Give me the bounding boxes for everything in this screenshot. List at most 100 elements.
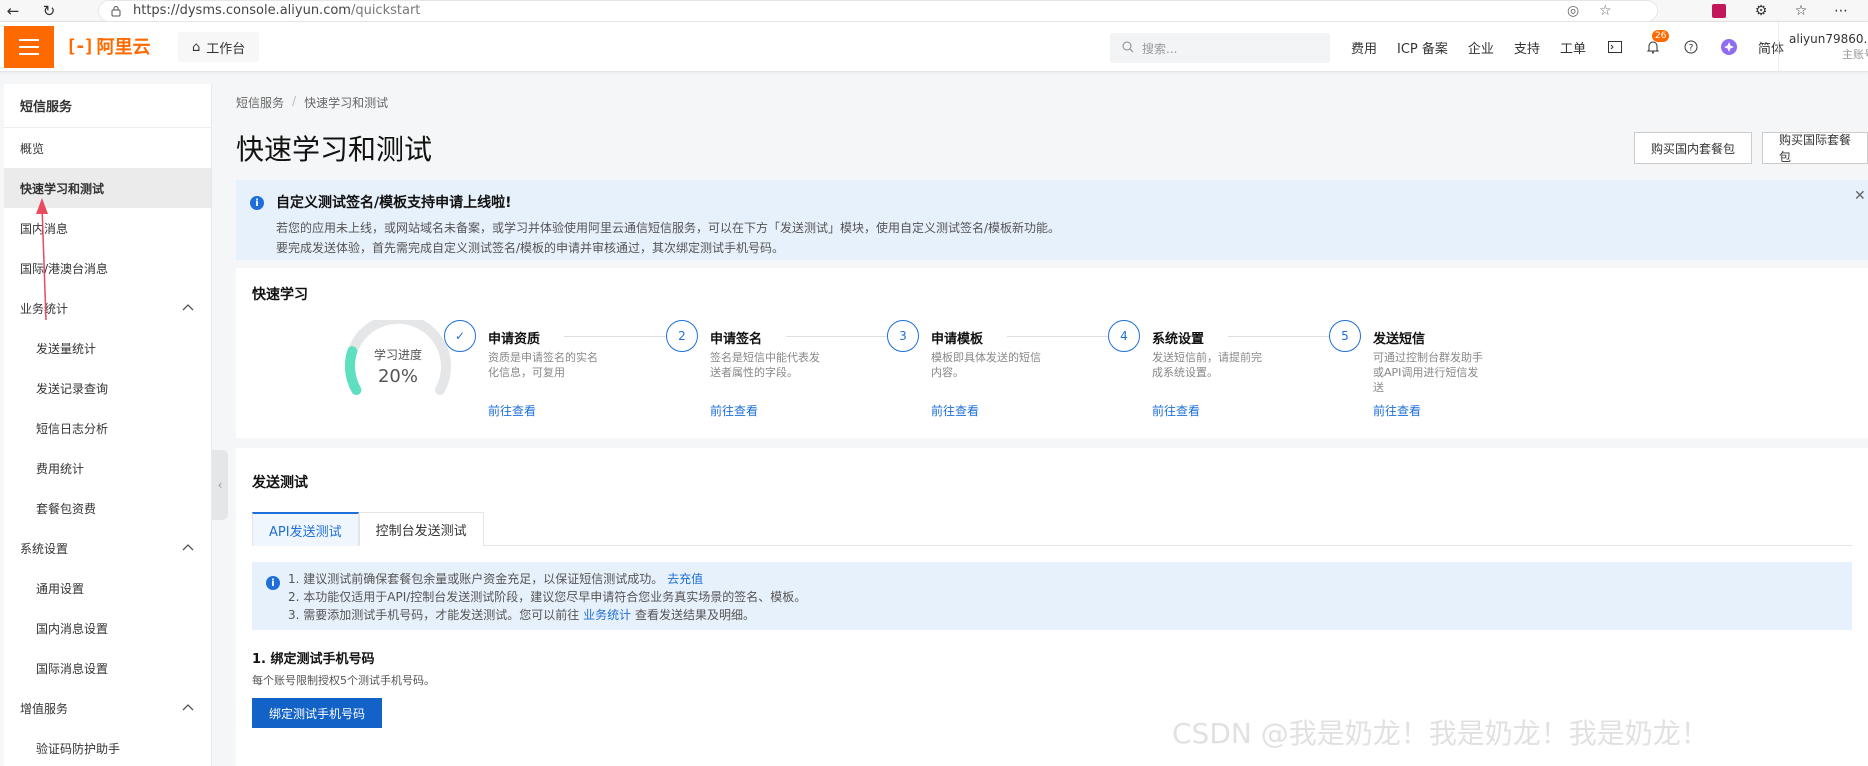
- step-view-link[interactable]: 前往查看: [710, 402, 758, 419]
- nav-link-enterprise[interactable]: 企业: [1468, 38, 1494, 57]
- reload-icon[interactable]: ↻: [36, 0, 62, 22]
- chevron-up-icon[interactable]: [181, 701, 195, 715]
- announcement-banner: i 自定义测试签名/模板支持申请上线啦! 若您的应用未上线，或网站域名未备案，或…: [236, 180, 1868, 260]
- address-bar[interactable]: https://dysms.console.aliyun.com/quickst…: [98, 0, 1658, 22]
- sidebar-item[interactable]: 概览: [4, 128, 211, 168]
- step-title: 申请资质: [488, 332, 541, 347]
- sidebar-item[interactable]: 增值服务: [4, 688, 211, 728]
- tip-text: 3. 需要添加测试手机号码，才能发送测试。您可以前往: [288, 608, 580, 622]
- lock-icon: [109, 4, 123, 18]
- sidebar-item[interactable]: 国内消息设置: [4, 608, 211, 648]
- search-icon: [1122, 41, 1134, 56]
- recharge-link[interactable]: 去充值: [667, 572, 703, 586]
- breadcrumb: 短信服务 / 快速学习和测试: [236, 94, 388, 111]
- nav-link-billing[interactable]: 费用: [1351, 38, 1377, 57]
- workbench-label: 工作台: [206, 41, 246, 57]
- announcement-line: 若您的应用未上线，或网站域名未备案，或学习并体验使用阿里云通信短信服务，可以在下…: [276, 221, 1061, 235]
- chevron-up-icon[interactable]: [181, 541, 195, 555]
- tip-text: 1. 建议测试前确保套餐包余量或账户资金充足，以保证短信测试成功。: [288, 572, 664, 586]
- user-account[interactable]: aliyun79860... 主账号: [1778, 22, 1868, 72]
- sidebar-item[interactable]: 发送记录查询: [4, 368, 211, 408]
- step-title: 申请签名: [710, 332, 763, 347]
- watermark: CSDN @我是奶龙！我是奶龙！我是奶龙！: [1172, 717, 1709, 750]
- step-title: 发送短信: [1373, 332, 1426, 347]
- bind-phone-section-desc: 每个账号限制授权5个测试手机号码。: [252, 674, 435, 687]
- search-placeholder: 搜索...: [1142, 41, 1178, 56]
- sidebar-item-label: 费用统计: [36, 461, 85, 476]
- extension-icon[interactable]: [1706, 0, 1732, 22]
- step-title: 申请模板: [931, 332, 984, 347]
- nav-link-icp[interactable]: ICP 备案: [1397, 38, 1448, 57]
- sidebar-item-label: 国际消息设置: [36, 661, 109, 676]
- tip-text: 查看发送结果及明细。: [634, 608, 755, 622]
- extensions-puzzle-icon[interactable]: ⚙: [1748, 0, 1774, 22]
- breadcrumb-item-current: 快速学习和测试: [304, 96, 389, 110]
- sidebar-item[interactable]: 短信日志分析: [4, 408, 211, 448]
- sidebar-item[interactable]: 国际消息设置: [4, 648, 211, 688]
- learning-progress-gauge: 学习进度 20%: [338, 313, 458, 400]
- sidebar-item[interactable]: 系统设置: [4, 528, 211, 568]
- quick-learn-card: 快速学习 学习进度 20% ✓ 申请资质 资质是申请签名的实名化信息，可复用 前往查看…: [236, 268, 1868, 438]
- page-title: 快速学习和测试: [236, 133, 433, 166]
- sidebar-item-label: 通用设置: [36, 581, 85, 596]
- hamburger-menu-button[interactable]: [4, 26, 54, 68]
- breadcrumb-item-sms[interactable]: 短信服务: [236, 94, 284, 111]
- tab-api-test[interactable]: API发送测试: [252, 512, 359, 546]
- sidebar-collapse-handle[interactable]: ‹: [212, 450, 228, 520]
- step-view-link[interactable]: 前往查看: [488, 402, 536, 419]
- sidebar-item[interactable]: 通用设置: [4, 568, 211, 608]
- step-number: 2: [666, 320, 698, 352]
- sidebar-item[interactable]: 验证码防护助手: [4, 728, 211, 766]
- terminal-icon[interactable]: [1606, 38, 1624, 56]
- nav-link-support[interactable]: 支持: [1514, 38, 1540, 57]
- sidebar-item[interactable]: 发送量统计: [4, 328, 211, 368]
- sidebar-item-label: 短信日志分析: [36, 421, 109, 436]
- tip-line: 2. 本功能仅适用于API/控制台发送测试阶段，建议您尽早申请符合您业务真实场景…: [288, 590, 807, 604]
- business-stats-link[interactable]: 业务统计: [583, 608, 631, 622]
- translate-icon[interactable]: ◎: [1567, 3, 1579, 19]
- sidebar: 短信服务 概览 快速学习和测试 国内消息 国际/港澳台消息 业务统计 发送量统计 发送记录查…: [4, 84, 212, 766]
- step-description: 发送短信前，请提前完成系统设置。: [1152, 351, 1262, 379]
- sidebar-item-label: 系统设置: [20, 541, 69, 556]
- step-view-link[interactable]: 前往查看: [1152, 402, 1200, 419]
- step-number: 5: [1329, 320, 1361, 352]
- ai-assistant-icon[interactable]: [1720, 38, 1738, 56]
- user-account-type: 主账号: [1841, 48, 1868, 61]
- buy-international-package-button[interactable]: 购买国际套餐包: [1762, 132, 1868, 164]
- announcement-line: 要完成发送体验，首先需完成自定义测试签名/模板的申请并审核通过，其次绑定测试手机…: [276, 241, 785, 255]
- nav-link-ticket[interactable]: 工单: [1560, 38, 1586, 57]
- sidebar-item[interactable]: 费用统计: [4, 448, 211, 488]
- logo-text: 阿里云: [96, 37, 151, 58]
- bind-test-phone-button[interactable]: 绑定测试手机号码: [252, 698, 383, 728]
- sidebar-item[interactable]: 套餐包资费: [4, 488, 211, 528]
- sidebar-item-label: 发送量统计: [36, 341, 97, 356]
- aliyun-logo[interactable]: [-] 阿里云: [66, 35, 151, 59]
- send-test-tabs: API发送测试 控制台发送测试: [252, 512, 1852, 546]
- tip-line: 1. 建议测试前确保套餐包余量或账户资金充足，以保证短信测试成功。 去充值: [288, 570, 1852, 588]
- sidebar-item-label: 增值服务: [20, 701, 69, 716]
- favorites-icon[interactable]: ☆: [1788, 0, 1814, 22]
- step-view-link[interactable]: 前往查看: [931, 402, 979, 419]
- notification-bell-icon[interactable]: 26: [1644, 30, 1670, 56]
- info-icon: i: [250, 196, 264, 210]
- favorite-star-icon[interactable]: ☆: [1599, 3, 1612, 19]
- buy-domestic-package-button[interactable]: 购买国内套餐包: [1634, 132, 1753, 164]
- chevron-up-icon[interactable]: [181, 301, 195, 315]
- step-title: 系统设置: [1152, 332, 1205, 347]
- step-number: 3: [887, 320, 919, 352]
- check-icon: ✓: [444, 320, 476, 352]
- close-icon[interactable]: ✕: [1854, 188, 1868, 204]
- step-view-link[interactable]: 前往查看: [1373, 402, 1421, 419]
- help-icon[interactable]: ?: [1682, 38, 1700, 56]
- breadcrumb-separator: /: [292, 94, 297, 108]
- step-description: 模板即具体发送的短信内容。: [931, 351, 1041, 379]
- tab-console-test[interactable]: 控制台发送测试: [358, 512, 484, 546]
- sidebar-title: 短信服务: [4, 84, 211, 128]
- search-input[interactable]: 搜索...: [1110, 33, 1330, 63]
- step-description: 可通过控制台群发助手或API调用进行短信发送: [1373, 351, 1483, 394]
- workbench-button[interactable]: ⌂ 工作台: [178, 32, 260, 62]
- more-icon[interactable]: ⋯: [1828, 0, 1854, 22]
- send-test-tips: i 1. 建议测试前确保套餐包余量或账户资金充足，以保证短信测试成功。 去充值 …: [252, 562, 1852, 630]
- back-icon[interactable]: ←: [0, 0, 26, 22]
- logo-bracket-icon: [-]: [66, 35, 94, 57]
